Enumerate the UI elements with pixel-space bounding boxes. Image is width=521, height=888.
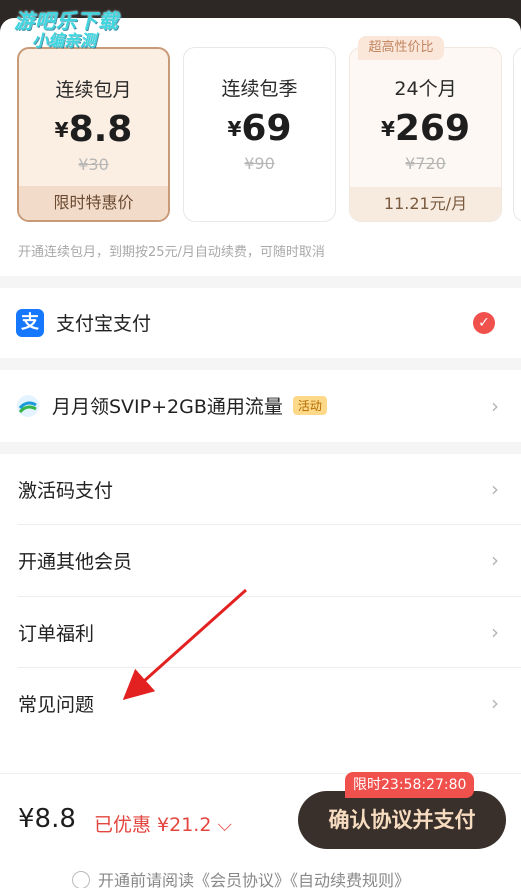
plan-original-price: ¥720	[405, 154, 446, 173]
watermark-line2: 小编亲测	[32, 31, 97, 50]
chevron-right-icon: ›	[491, 477, 499, 501]
plan-card-monthly[interactable]: 连续包月 ¥8.8 ¥30 限时特惠价	[17, 47, 170, 222]
plan-name: 连续包季	[221, 78, 298, 100]
value-badge: 超高性价比	[358, 36, 444, 60]
plan-original-price: ¥90	[244, 154, 275, 173]
plan-price: ¥8.8	[54, 109, 133, 150]
plan-name: 连续包月	[55, 79, 132, 101]
confirm-pay-button[interactable]: 确认协议并支付	[298, 791, 506, 849]
renewal-notice: 开通连续包月，到期按25元/月自动续费，可随时取消	[18, 245, 325, 260]
section-divider	[0, 442, 521, 454]
menu-item-label: 激活码支付	[18, 480, 114, 502]
chevron-right-icon: ›	[491, 548, 499, 572]
chevron-right-icon: ›	[491, 691, 499, 715]
menu-item-other-membership[interactable]: 开通其他会员 ›	[0, 525, 521, 595]
checkmark-icon: ✓	[473, 312, 495, 334]
discount-toggle[interactable]: 已优惠 ¥21.2 ⌵	[94, 810, 232, 837]
watermark: 游吧乐下载 小编亲测	[14, 10, 119, 50]
plan-footer: 11.21元/月	[350, 187, 501, 221]
plan-price: ¥269	[380, 108, 471, 149]
promo-label: 月月领SVIP+2GB通用流量 活动	[52, 392, 327, 419]
chevron-right-icon: ›	[491, 620, 499, 644]
agreement-row[interactable]: 开通前请阅读《会员协议》《自动续费规则》	[72, 867, 410, 888]
menu-item-label: 开通其他会员	[18, 551, 133, 573]
section-divider	[0, 358, 521, 370]
menu-item-faq[interactable]: 常见问题 ›	[0, 668, 521, 738]
plan-name: 24个月	[394, 78, 457, 100]
plan-selector: 连续包月 ¥8.8 ¥30 限时特惠价 连续包季 ¥69 ¥90 超高性价比 2…	[0, 18, 521, 248]
menu-item-label: 常见问题	[18, 694, 95, 716]
menu-item-label: 订单福利	[18, 623, 95, 645]
agreement-text: 开通前请阅读《会员协议》《自动续费规则》	[98, 871, 411, 888]
activity-tag: 活动	[292, 396, 327, 415]
payment-sheet: 连续包月 ¥8.8 ¥30 限时特惠价 连续包季 ¥69 ¥90 超高性价比 2…	[0, 18, 521, 888]
menu-item-activation-code[interactable]: 激活码支付 ›	[0, 454, 521, 524]
plan-card-partial[interactable]	[513, 47, 521, 222]
plan-original-price: ¥30	[78, 155, 109, 174]
china-mobile-icon	[17, 395, 39, 417]
countdown-badge: 限时23:58:27:80	[345, 772, 475, 798]
total-price: ¥8.8	[18, 804, 76, 834]
section-divider	[0, 276, 521, 288]
alipay-option[interactable]: 支 支付宝支付 ✓	[0, 288, 521, 358]
checkout-bar: ¥8.8 已优惠 ¥21.2 ⌵ 限时23:58:27:80 确认协议并支付 开…	[0, 772, 521, 888]
promo-row[interactable]: 月月领SVIP+2GB通用流量 活动 ›	[0, 370, 521, 442]
chevron-right-icon: ›	[491, 394, 499, 418]
watermark-line1: 游吧乐下载	[14, 9, 119, 33]
agreement-radio[interactable]	[72, 871, 90, 888]
plan-price: ¥69	[227, 108, 292, 149]
alipay-label: 支付宝支付	[56, 313, 152, 335]
plan-card-24-months[interactable]: 24个月 ¥269 ¥720 11.21元/月	[349, 47, 502, 222]
plan-card-quarterly[interactable]: 连续包季 ¥69 ¥90	[183, 47, 336, 222]
plan-footer: 限时特惠价	[19, 186, 168, 220]
alipay-icon: 支	[16, 309, 44, 337]
menu-item-order-benefits[interactable]: 订单福利 ›	[0, 597, 521, 667]
